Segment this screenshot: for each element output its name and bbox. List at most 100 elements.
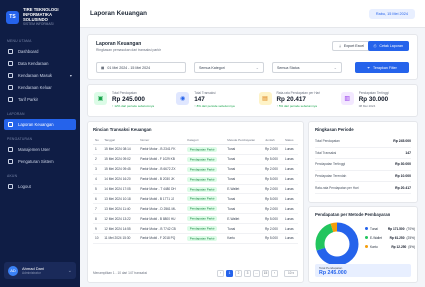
user-role: Administrator xyxy=(22,271,41,275)
legend-item: Kartu Rp 12.250 (5%) xyxy=(365,242,415,251)
legend-item: Tunai Rp 171.500 (70%) xyxy=(365,224,415,233)
table-row[interactable]: 2 15 Mei 2024 09:02 Parkir Mobil - F 1029 … xyxy=(93,154,298,165)
category-badge: Pendapatan Parkir xyxy=(187,186,218,192)
page-button[interactable]: 1 xyxy=(225,269,233,277)
sidebar-item-manajemen-user[interactable]: Manajemen User xyxy=(4,144,76,155)
table-row[interactable]: 5 14 Mei 2024 17:05 Parkir Motor - T 4480 … xyxy=(93,184,298,195)
sidebar-item-label: Data Kendaraan xyxy=(18,61,49,66)
page-button[interactable]: › xyxy=(270,269,278,277)
table-row[interactable]: 4 14 Mei 2024 16:20 Parkir Mobil - B 2030 … xyxy=(93,174,298,185)
table-cell: Rp 5.000 xyxy=(262,233,283,244)
sidebar-item-laporan-keuangan[interactable]: Laporan Keuangan xyxy=(4,119,76,130)
report-icon xyxy=(8,122,13,127)
table-row[interactable]: 7 13 Mei 2024 11:40 Parkir Motor - D 2561 … xyxy=(93,203,298,215)
gear-icon xyxy=(8,159,13,164)
table-cell: Rp 5.000 xyxy=(262,193,283,205)
legend-value: Rp 61.250 xyxy=(389,235,405,240)
sidebar-item-label: Manajemen User xyxy=(18,147,50,152)
brand[interactable]: TS TIRE TEKNOLOGI INFORMATIKA SOLUSINDO … xyxy=(0,0,80,33)
sidebar-item-label: Laporan Keuangan xyxy=(18,122,54,127)
summary-value: Rp 245.000 xyxy=(393,139,411,144)
legend-dot xyxy=(365,227,368,230)
category-badge: Pendapatan Parkir xyxy=(187,166,218,172)
page-title: Laporan Keuangan xyxy=(90,10,148,17)
stat-value: 147 xyxy=(194,96,205,103)
sidebar-item-logout[interactable]: Logout xyxy=(4,181,76,192)
transactions-title: Rincian Transaksi Keuangan xyxy=(93,127,152,132)
stat-label: Rata-rata Pendapatan per Hari xyxy=(276,91,321,95)
column-header: Kategori xyxy=(185,136,226,145)
stat-note: ↑ 8% dari periode sebelumnya xyxy=(194,104,235,108)
page-button[interactable]: 15 xyxy=(261,269,269,277)
legend-label: Tunai xyxy=(370,226,378,231)
table-cell: Tunai xyxy=(225,144,263,155)
table-cell: Pendapatan Parkir xyxy=(185,164,226,175)
page-button[interactable]: 3 xyxy=(243,269,251,277)
stat-label: Pendapatan Tertinggi xyxy=(358,91,389,95)
payment-donut-chart xyxy=(315,222,359,266)
table-row[interactable]: 9 12 Mei 2024 14:55 Parkir Motor - B 7742 … xyxy=(93,223,298,235)
export-excel-button[interactable]: ⤓ Export Excel xyxy=(332,41,371,51)
column-header: Status xyxy=(282,136,298,145)
stat-note: 08 Mei 2024 xyxy=(358,104,376,108)
table-cell: Pendapatan Parkir xyxy=(185,203,226,215)
apply-filter-button[interactable]: ⏷ Terapkan Filter xyxy=(355,62,409,73)
payment-legend: Tunai Rp 171.500 (70%) E-Wallet Rp 61.250 (25… xyxy=(365,224,415,251)
table-row[interactable]: 8 12 Mei 2024 13:22 Parkir Mobil - B 8800 … xyxy=(93,213,298,225)
status-select[interactable]: Semua Status ⌄ xyxy=(272,62,342,73)
legend-pct: (5%) xyxy=(408,244,415,249)
table-cell: Pendapatan Parkir xyxy=(185,223,226,235)
summary-row: Pendapatan Tertinggi Rp 30.000 xyxy=(315,159,411,171)
stat-card: ▤ Rata-rata Pendapatan per Hari Rp 20.417 ↑… xyxy=(253,85,335,116)
legend-pct: (25%) xyxy=(406,235,415,240)
brand-line2: INFORMATIKA SOLUSINDO xyxy=(23,12,52,22)
category-badge: Pendapatan Parkir xyxy=(187,146,218,152)
table-cell: Tunai xyxy=(225,154,263,165)
sidebar-item-tarif-parkir[interactable]: Tarif Parkir xyxy=(4,94,76,105)
legend-pct: (70%) xyxy=(406,226,415,231)
user-menu[interactable]: AD Ahmad Dani Administrator ⌄ xyxy=(4,262,76,279)
category-badge: Pendapatan Parkir xyxy=(187,216,218,222)
table-cell: Tunai xyxy=(225,193,263,205)
sidebar-item-pengaturan-sistem[interactable]: Pengaturan Sistem xyxy=(4,156,76,167)
summary-label: Total Transaksi xyxy=(315,150,337,155)
calendar-icon: ▦ xyxy=(101,65,105,70)
category-select[interactable]: Semua Kategori ⌄ xyxy=(194,62,264,73)
table-cell: Pendapatan Parkir xyxy=(185,233,226,244)
page-button[interactable]: 2 xyxy=(234,269,242,277)
table-cell: Pendapatan Parkir xyxy=(185,154,226,165)
table-cell: Lunas xyxy=(282,233,298,244)
sidebar-item-kendaraan-masuk[interactable]: Kendaraan Masuk ▾ xyxy=(4,70,76,81)
table-row[interactable]: 3 15 Mei 2024 09:45 Parkir Motor - B 6672 … xyxy=(93,164,298,175)
page-button[interactable]: ‹ xyxy=(216,269,224,277)
table-cell: Parkir Motor - B 7742 CB xyxy=(138,223,186,235)
logout-icon xyxy=(8,184,13,189)
table-cell: 15 Mei 2024 09:02 xyxy=(102,154,139,165)
table-cell: Parkir Motor - B 6672 ZX xyxy=(138,164,186,175)
page-button[interactable]: ... xyxy=(252,269,260,277)
payment-method-title: Pendapatan per Metode Pembayaran xyxy=(315,212,391,217)
table-cell: Lunas xyxy=(282,144,298,155)
table-row[interactable]: 6 13 Mei 2024 10:18 Parkir Mobil - B 1771 … xyxy=(93,193,298,205)
download-icon: ⤓ xyxy=(339,44,341,48)
table-row[interactable]: 10 11 Mei 2024 15:30 Parkir Mobil - F 2018… xyxy=(93,233,298,244)
date-range-picker[interactable]: ▦ 01 Mei 2024 - 15 Mei 2024 xyxy=(96,62,186,73)
table-row[interactable]: 1 15 Mei 2024 08:14 Parkir Motor - B 2341 … xyxy=(93,144,298,155)
brand-logo: TS xyxy=(6,10,19,24)
filter-icon: ⏷ xyxy=(367,65,371,70)
sidebar-item-dashboard[interactable]: Dashboard xyxy=(4,46,76,57)
sidebar-item-data-kendaraan[interactable]: Data Kendaraan xyxy=(4,58,76,69)
print-report-button[interactable]: ⎙ Cetak Laporan xyxy=(367,41,409,51)
table-cell: Lunas xyxy=(282,154,298,165)
legend-label: E-Wallet xyxy=(370,235,382,240)
sidebar-item-kendaraan-keluar[interactable]: Kendaraan Keluar xyxy=(4,82,76,93)
per-page-select[interactable]: 10 ▾ xyxy=(283,269,298,277)
table-cell: 2 xyxy=(93,154,103,165)
stat-value: Rp 20.417 xyxy=(276,96,306,103)
table-cell: Rp 2.000 xyxy=(262,223,283,235)
column-header: Nomor xyxy=(138,136,186,145)
table-cell: Tunai xyxy=(225,174,263,185)
summary-row: Rata-rata Pendapatan per Hari Rp 20.417 xyxy=(315,182,411,194)
summary-card: Ringkasan Periode Total Pendapatan Rp 245… xyxy=(308,121,418,203)
legend-dot xyxy=(365,236,368,239)
